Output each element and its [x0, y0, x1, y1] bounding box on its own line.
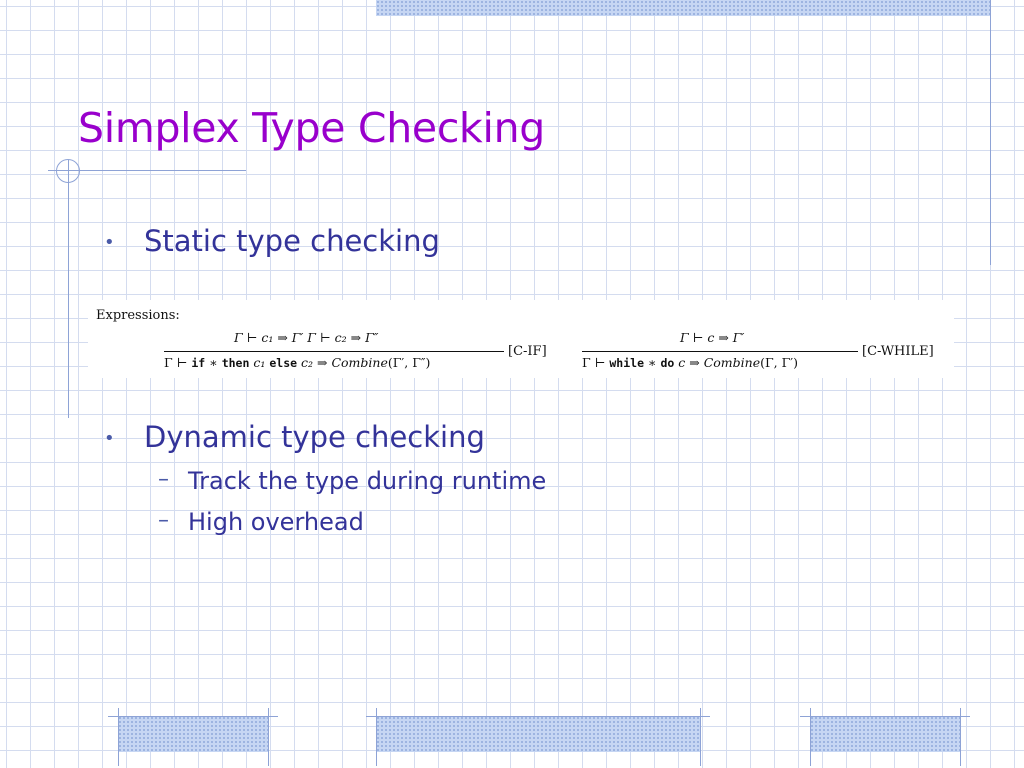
bullet-marker: • [104, 428, 115, 449]
keyword-if: if [191, 356, 206, 370]
command-c2: c₂ ⇒ [297, 355, 332, 370]
rule-c-while-conclusion: Γ ⊢ while ∗ do c ⇒ Combine(Γ, Γ′) [582, 355, 798, 370]
bullet-text: Dynamic type checking [144, 420, 485, 454]
command-c: c ⇒ [674, 355, 704, 370]
command-c1: c₁ [249, 355, 270, 370]
sub-bullet-marker: – [158, 467, 169, 492]
sub-bullet-marker: – [158, 508, 169, 533]
star-symbol: ∗ [644, 355, 661, 370]
bullet-text: Static type checking [144, 224, 440, 258]
bottom-rule-h3 [800, 716, 970, 717]
typing-rules-figure: Expressions: Γ ⊢ c₁ ⇒ Γ′ Γ ⊢ c₂ ⇒ Γ″ Γ ⊢… [88, 300, 954, 378]
bullet-marker: • [104, 232, 115, 253]
bottom-dotted-block-left [118, 716, 268, 752]
rule-c-while-bar [582, 351, 858, 352]
bottom-rule-h2 [366, 716, 710, 717]
combine-function: Combine [703, 355, 761, 370]
crosshair-circle-icon [56, 159, 80, 183]
slide-title: Simplex Type Checking [78, 104, 546, 152]
conclusion-prefix: Γ ⊢ [164, 355, 192, 370]
keyword-else: else [269, 356, 298, 370]
rule-c-if-premise: Γ ⊢ c₁ ⇒ Γ′ Γ ⊢ c₂ ⇒ Γ″ [234, 330, 379, 345]
expressions-label: Expressions: [96, 308, 180, 323]
left-vertical-rule [68, 160, 69, 418]
top-right-vertical-rule [990, 0, 991, 265]
combine-function: Combine [331, 355, 388, 370]
rule-c-while-name: [C-WHILE] [862, 344, 934, 359]
conclusion-prefix: Γ ⊢ [582, 355, 610, 370]
star-symbol: ∗ [205, 355, 222, 370]
keyword-then: then [221, 356, 250, 370]
rule-c-if-conclusion: Γ ⊢ if ∗ then c₁ else c₂ ⇒ Combine(Γ′, Γ… [164, 355, 430, 370]
top-right-dotted-band [376, 0, 990, 16]
rule-c-while-premise: Γ ⊢ c ⇒ Γ′ [680, 330, 745, 345]
keyword-while: while [609, 356, 644, 370]
combine-args: (Γ′, Γ″) [387, 355, 431, 370]
combine-args: (Γ, Γ′) [760, 355, 798, 370]
bottom-dotted-block-right [810, 716, 960, 752]
rule-c-if-name: [C-IF] [508, 344, 547, 359]
sub-bullet-text: High overhead [188, 508, 364, 536]
bottom-rule-h1 [108, 716, 278, 717]
sub-bullet-text: Track the type during runtime [188, 467, 547, 495]
rule-c-if-bar [164, 351, 504, 352]
keyword-do: do [660, 356, 675, 370]
bottom-dotted-block-center [376, 716, 700, 752]
